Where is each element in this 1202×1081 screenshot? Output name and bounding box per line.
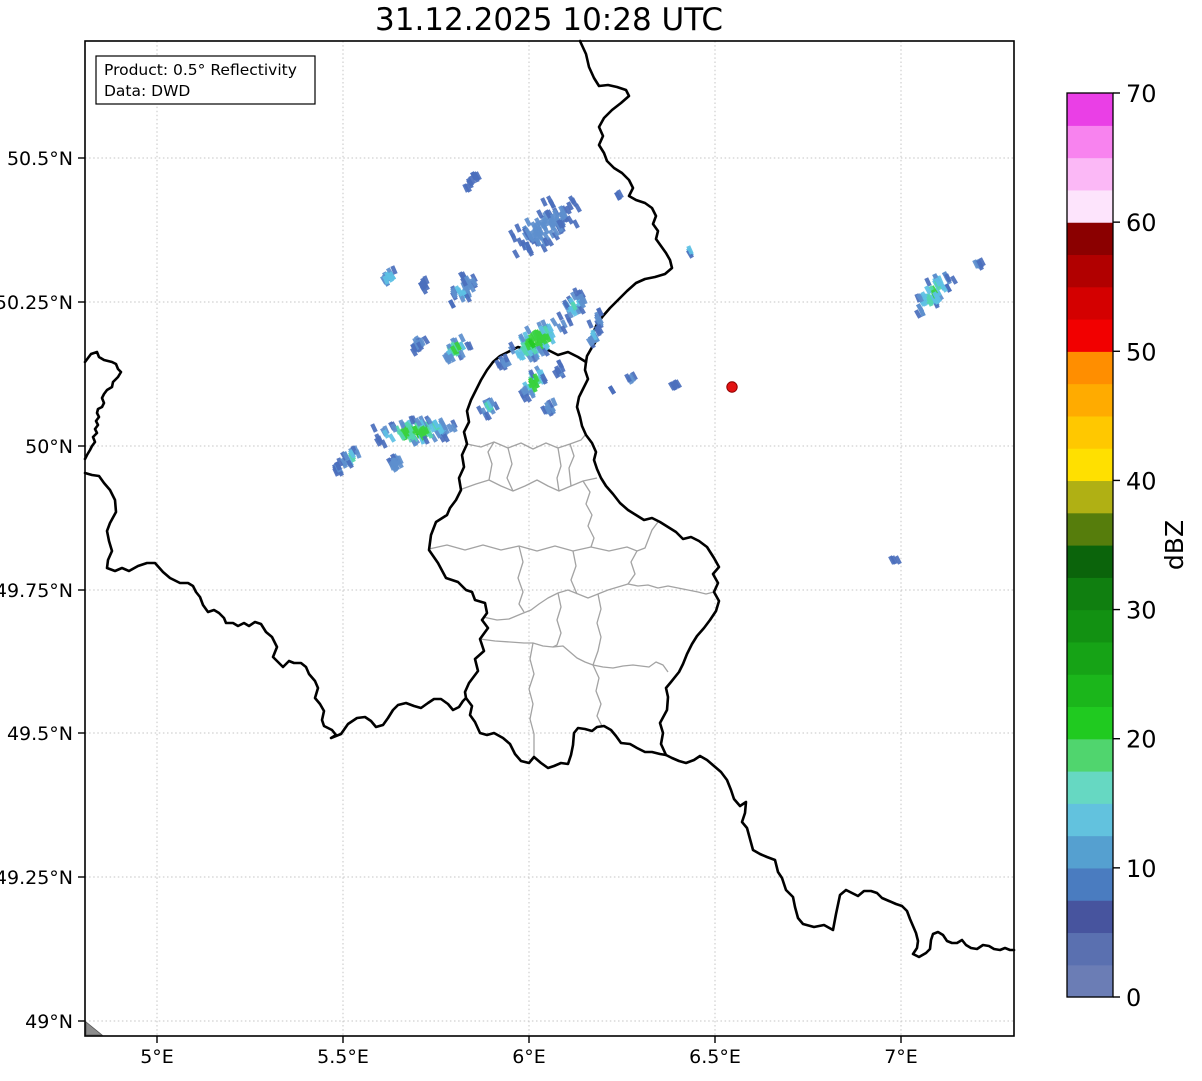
colorbar-segment — [1067, 254, 1113, 288]
colorbar-tick-label: 50 — [1126, 338, 1157, 366]
colorbar-tick-label: 0 — [1126, 984, 1141, 1012]
colorbar-segment — [1067, 383, 1113, 417]
colorbar-segment — [1067, 157, 1113, 191]
y-tick-label: 49.25°N — [0, 867, 73, 889]
colorbar-tick-label: 40 — [1126, 467, 1157, 495]
colorbar-segment — [1067, 835, 1113, 869]
colorbar-segment — [1067, 706, 1113, 740]
colorbar-segment — [1067, 803, 1113, 837]
colorbar-ticks: 0 10 20 30 40 50 60 70 — [1113, 80, 1157, 1012]
colorbar-segment — [1067, 93, 1113, 126]
colorbar-segment — [1067, 738, 1113, 772]
colorbar-segment — [1067, 125, 1113, 159]
x-tick-label: 7°E — [884, 1046, 918, 1068]
product-line: Product: 0.5° Reflectivity — [104, 61, 297, 79]
x-tick-label: 6°E — [512, 1046, 546, 1068]
colorbar-segment — [1067, 189, 1113, 223]
data-source-line: Data: DWD — [104, 82, 190, 100]
colorbar-segment — [1067, 577, 1113, 611]
y-tick-label: 50°N — [25, 436, 73, 458]
colorbar-segment — [1067, 480, 1113, 514]
colorbar-segment — [1067, 964, 1113, 998]
y-tick-label: 50.25°N — [0, 292, 73, 314]
colorbar-segment — [1067, 512, 1113, 546]
colorbar-tick-label: 70 — [1126, 80, 1157, 108]
x-tick-label: 5.5°E — [317, 1046, 369, 1068]
x-tick-label: 5°E — [140, 1046, 174, 1068]
colorbar-segment — [1067, 222, 1113, 256]
colorbar-tick-label: 60 — [1126, 209, 1157, 237]
colorbar: 0 10 20 30 40 50 60 70 dBZ — [1066, 80, 1189, 1012]
y-tick-label: 49.75°N — [0, 580, 73, 602]
map-panel: 5°E 5.5°E 6°E 6.5°E 7°E 50.5°N 50.25°N 50°N 49.7… — [0, 2, 1016, 1068]
x-tick-label: 6.5°E — [689, 1046, 741, 1068]
colorbar-segment — [1067, 351, 1113, 385]
colorbar-segment — [1067, 674, 1113, 708]
weather-radar-figure: 5°E 5.5°E 6°E 6.5°E 7°E 50.5°N 50.25°N 50°N 49.7… — [0, 0, 1202, 1081]
radar-map-canvas: 5°E 5.5°E 6°E 6.5°E 7°E 50.5°N 50.25°N 50°N 49.7… — [0, 2, 1189, 1068]
colorbar-segment — [1067, 900, 1113, 934]
colorbar-tick-label: 10 — [1126, 855, 1157, 883]
figure-title: 31.12.2025 10:28 UTC — [375, 2, 723, 38]
colorbar-segment — [1067, 771, 1113, 804]
y-tick-label: 49.5°N — [7, 723, 73, 745]
location-marker — [726, 381, 738, 393]
map-background — [85, 41, 1014, 1036]
colorbar-segment — [1067, 448, 1113, 482]
colorbar-segment — [1067, 319, 1113, 352]
y-tick-label: 50.5°N — [7, 148, 73, 170]
colorbar-tick-label: 20 — [1126, 726, 1157, 754]
colorbar-segments — [1067, 93, 1113, 998]
colorbar-tick-label: 30 — [1126, 597, 1157, 625]
product-info-box: Product: 0.5° Reflectivity Data: DWD — [95, 55, 316, 105]
colorbar-segment — [1067, 545, 1113, 578]
colorbar-segment — [1067, 641, 1113, 675]
colorbar-segment — [1067, 932, 1113, 966]
colorbar-segment — [1067, 867, 1113, 901]
colorbar-segment — [1067, 286, 1113, 320]
colorbar-segment — [1067, 415, 1113, 449]
y-tick-label: 49°N — [25, 1011, 73, 1033]
colorbar-segment — [1067, 609, 1113, 643]
colorbar-unit-label: dBZ — [1160, 520, 1189, 570]
